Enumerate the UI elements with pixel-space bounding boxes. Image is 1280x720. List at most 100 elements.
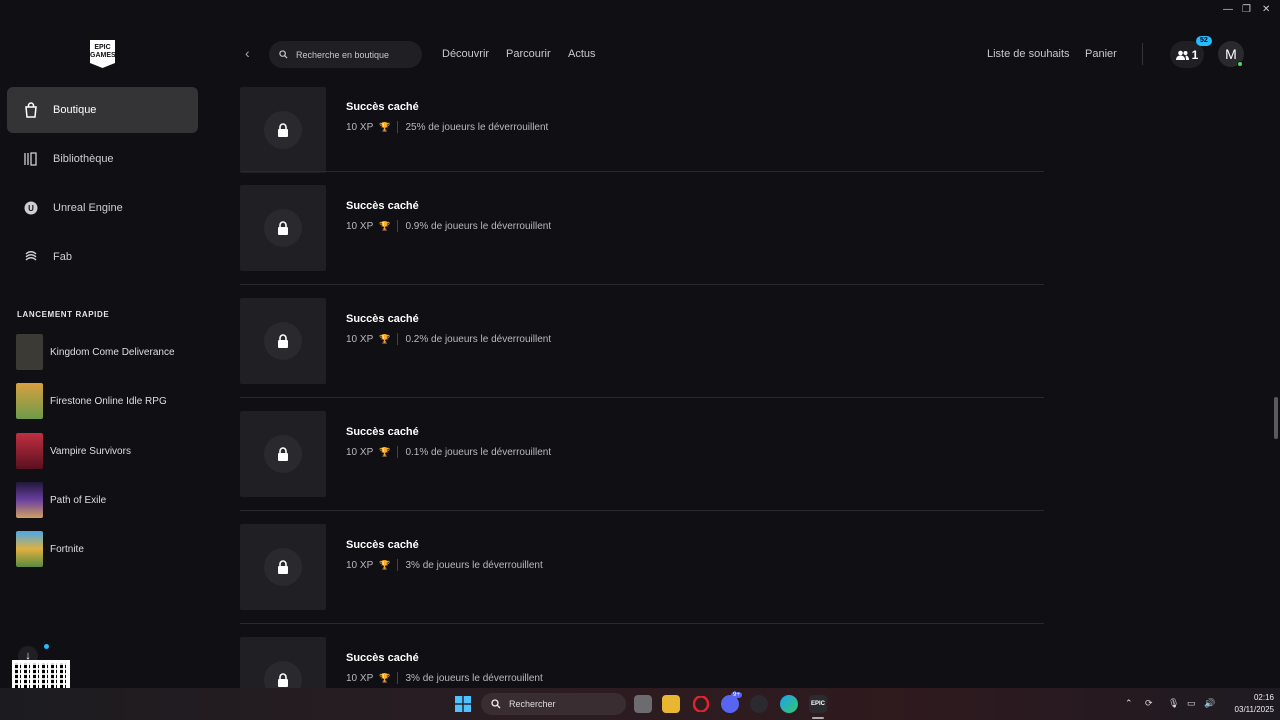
svg-text:U: U: [28, 204, 34, 213]
achievement-tile: [240, 87, 326, 173]
achievement-name: Succès caché: [346, 426, 419, 438]
lock-icon: [278, 560, 288, 574]
epic-games-taskbar-icon[interactable]: EPIC: [809, 695, 827, 713]
active-app-indicator: [812, 717, 824, 719]
back-arrow-icon[interactable]: ‹: [245, 45, 259, 63]
achievement-tile: [240, 637, 326, 688]
lock-icon: [278, 123, 288, 137]
notification-badge: 9+: [731, 692, 742, 698]
search-icon: [491, 699, 501, 709]
achievement-tile: [240, 411, 326, 497]
shopping-bag-icon: [23, 102, 39, 118]
sidebar-item-fab[interactable]: Fab: [7, 234, 198, 280]
achievement-tile: [240, 185, 326, 271]
nav-link-actus[interactable]: Actus: [568, 48, 596, 60]
achievement-name: Succès caché: [346, 652, 419, 664]
clock-date: 03/11/2025: [1234, 705, 1274, 714]
achievement-tile: [240, 298, 326, 384]
lock-icon: [278, 673, 288, 687]
lock-icon: [278, 447, 288, 461]
achievement-meta: 10 XP 🏆 25% de joueurs le déverrouillent: [346, 121, 548, 133]
online-status-dot: [1237, 61, 1243, 67]
achievement-xp: 10 XP: [346, 333, 374, 345]
sidebar-item-unreal-engine[interactable]: U Unreal Engine: [7, 185, 198, 231]
display-icon[interactable]: ▭: [1187, 698, 1196, 709]
achievement-name: Succès caché: [346, 539, 419, 551]
game-thumbnail: [16, 482, 43, 518]
trophy-icon: 🏆: [379, 672, 391, 683]
file-explorer-icon[interactable]: [662, 695, 680, 713]
taskbar-search-label: Rechercher: [509, 699, 556, 709]
nav-link-parcourir[interactable]: Parcourir: [506, 48, 551, 60]
achievement-meta: 10 XP 🏆 3% de joueurs le déverrouillent: [346, 672, 543, 684]
quick-launch-item[interactable]: Vampire Survivors: [16, 433, 131, 469]
quick-launch-label: Path of Exile: [50, 494, 107, 506]
quick-launch-item[interactable]: Firestone Online Idle RPG: [16, 383, 167, 419]
close-icon[interactable]: ✕: [1262, 4, 1270, 15]
epic-games-logo[interactable]: EPIC GAMES: [90, 40, 115, 68]
nav-link-decouvrir[interactable]: Découvrir: [442, 48, 489, 60]
taskbar-search[interactable]: Rechercher: [481, 693, 626, 715]
sidebar-item-label: Unreal Engine: [53, 202, 123, 214]
quick-launch-label: Kingdom Come Deliverance: [50, 346, 175, 358]
restore-icon[interactable]: ❐: [1242, 4, 1251, 15]
quick-launch-item[interactable]: Fortnite: [16, 531, 84, 567]
epic-games-launcher: EPIC GAMES Boutique Bibliothèque U Unreal…: [0, 0, 1280, 688]
achievement-item: Succès caché 10 XP 🏆 3% de joueurs le dé…: [240, 511, 1044, 624]
achievement-meta: 10 XP 🏆 0.2% de joueurs le déverrouillen…: [346, 333, 551, 345]
friends-count: 1: [1191, 47, 1199, 62]
game-thumbnail: [16, 334, 43, 370]
fab-icon: [23, 249, 39, 265]
wishlist-link[interactable]: Liste de souhaits: [987, 48, 1070, 60]
achievement-xp: 10 XP: [346, 121, 374, 133]
task-view-icon[interactable]: [634, 695, 652, 713]
game-thumbnail: [16, 383, 43, 419]
cart-link[interactable]: Panier: [1085, 48, 1117, 60]
achievement-item: Succès caché 10 XP 🏆 3% de joueurs le dé…: [240, 624, 1044, 688]
achievement-xp: 10 XP: [346, 672, 374, 684]
trophy-icon: 🏆: [379, 446, 391, 457]
achievement-name: Succès caché: [346, 200, 419, 212]
taskbar-clock[interactable]: 02:16 03/11/2025: [1222, 692, 1274, 716]
opera-icon[interactable]: [692, 695, 710, 713]
sync-icon[interactable]: ⟳: [1145, 698, 1153, 709]
achievement-xp: 10 XP: [346, 446, 374, 458]
lock-icon: [278, 334, 288, 348]
windows-start-icon[interactable]: [454, 695, 472, 713]
sidebar-item-boutique[interactable]: Boutique: [7, 87, 198, 133]
steam-icon[interactable]: [750, 695, 768, 713]
chevron-up-icon[interactable]: ⌃: [1125, 698, 1133, 709]
clock-time: 02:16: [1253, 693, 1274, 702]
sidebar-item-label: Bibliothèque: [53, 153, 114, 165]
unreal-icon: U: [23, 200, 39, 216]
quick-launch-item[interactable]: Path of Exile: [16, 482, 106, 518]
achievement-meta: 10 XP 🏆 3% de joueurs le déverrouillent: [346, 559, 543, 571]
achievement-meta: 10 XP 🏆 0.9% de joueurs le déverrouillen…: [346, 220, 551, 232]
store-search-input[interactable]: Recherche en boutique: [269, 41, 422, 68]
search-placeholder: Recherche en boutique: [296, 49, 390, 60]
microphone-icon[interactable]: 🎙: [1168, 698, 1179, 709]
achievement-meta: 10 XP 🏆 0.1% de joueurs le déverrouillen…: [346, 446, 551, 458]
minimize-icon[interactable]: —: [1223, 4, 1233, 15]
achievement-name: Succès caché: [346, 101, 419, 113]
achievement-unlock-rate: 25% de joueurs le déverrouillent: [405, 121, 549, 133]
friends-icon: [1175, 50, 1189, 60]
game-thumbnail: [16, 531, 43, 567]
sidebar-item-label: Boutique: [53, 104, 97, 116]
quick-launch-item[interactable]: Kingdom Come Deliverance: [16, 334, 175, 370]
quick-launch-label: Vampire Survivors: [50, 445, 131, 457]
achievement-name: Succès caché: [346, 313, 419, 325]
sidebar-item-bibliotheque[interactable]: Bibliothèque: [7, 136, 198, 182]
game-thumbnail: [16, 433, 43, 469]
edge-icon[interactable]: [780, 695, 798, 713]
volume-icon[interactable]: 🔊: [1204, 698, 1215, 709]
achievement-unlock-rate: 3% de joueurs le déverrouillent: [405, 559, 543, 571]
quick-launch-label: Fortnite: [50, 543, 84, 555]
achievement-item: Succès caché 10 XP 🏆 0.1% de joueurs le …: [240, 398, 1044, 511]
trophy-icon: 🏆: [379, 121, 391, 132]
friends-badge: 52: [1196, 36, 1212, 46]
scrollbar-thumb[interactable]: [1274, 397, 1278, 439]
achievement-item: Succès caché 10 XP 🏆 0.9% de joueurs le …: [240, 172, 1044, 285]
trophy-icon: 🏆: [379, 559, 391, 570]
quick-launch-label: Firestone Online Idle RPG: [50, 395, 167, 407]
